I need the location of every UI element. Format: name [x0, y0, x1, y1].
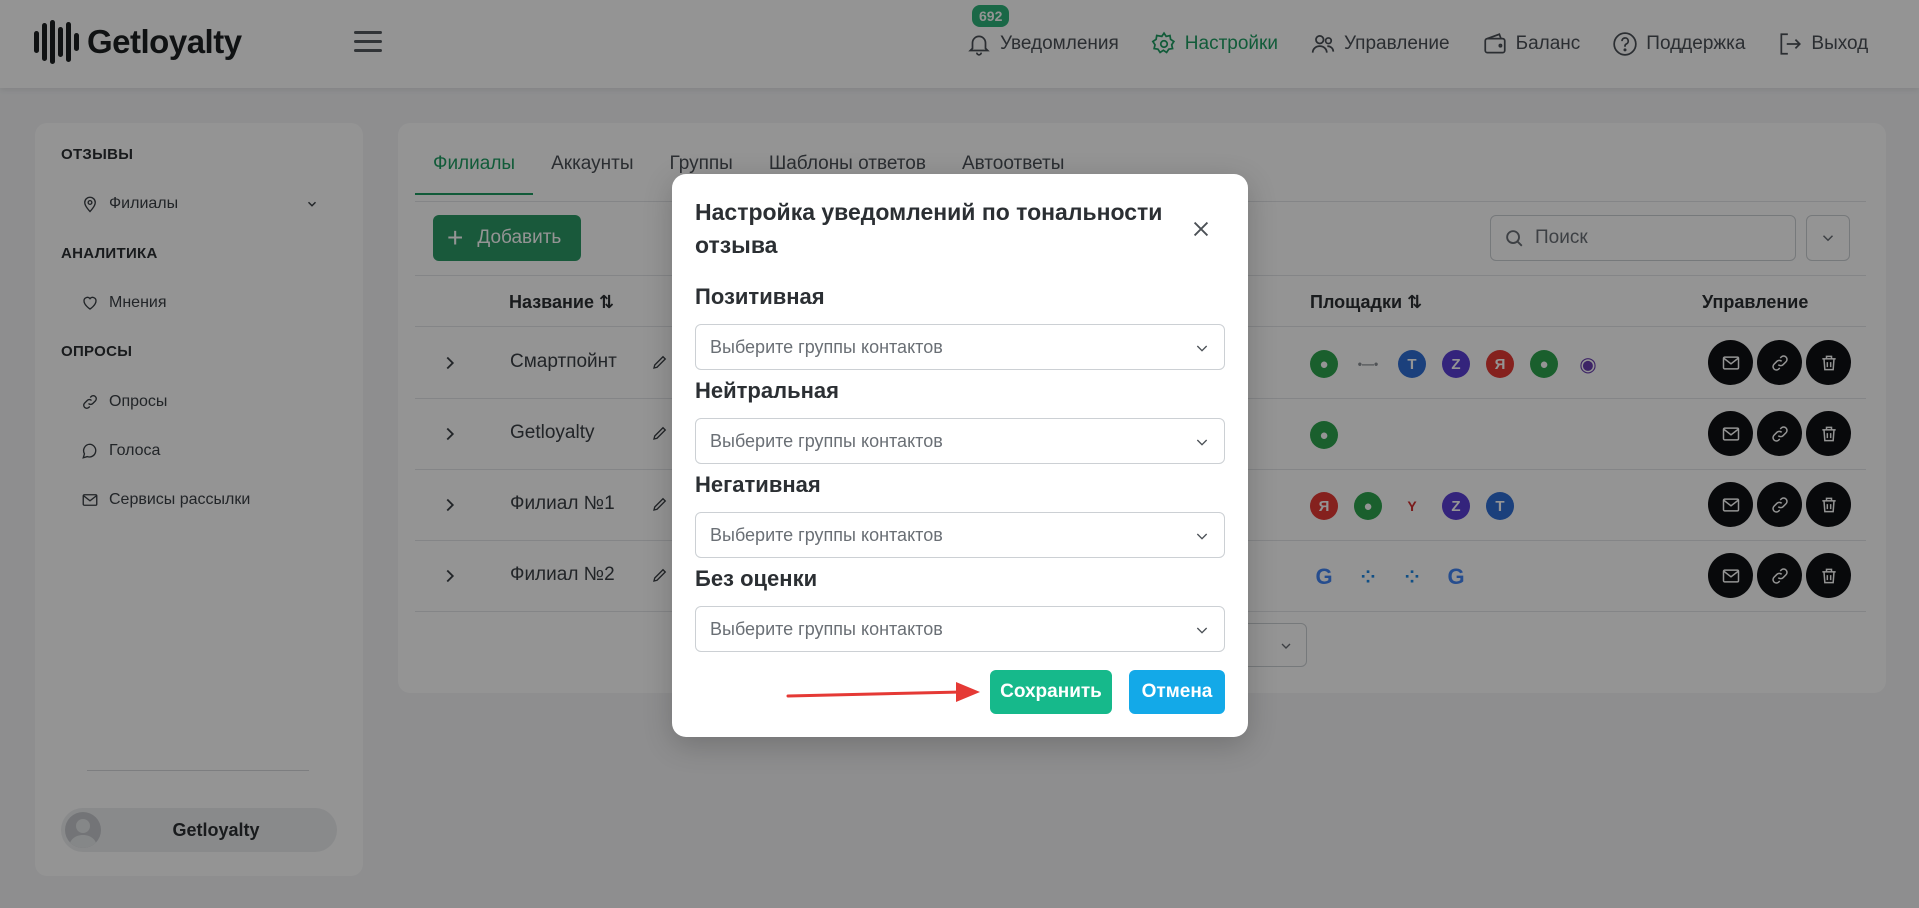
select-placeholder: Выберите группы контактов: [710, 618, 943, 639]
neutral-groups-select[interactable]: Выберите группы контактов: [695, 418, 1225, 464]
cancel-button[interactable]: Отмена: [1129, 670, 1225, 714]
save-button[interactable]: Сохранить: [990, 670, 1112, 714]
positive-label: Позитивная: [695, 284, 825, 309]
select-placeholder: Выберите группы контактов: [710, 430, 943, 451]
negative-groups-select[interactable]: Выберите группы контактов: [695, 512, 1225, 558]
modal-title: Настройка уведомлений по тональности отз…: [695, 199, 1163, 258]
select-placeholder: Выберите группы контактов: [710, 336, 943, 357]
select-placeholder: Выберите группы контактов: [710, 524, 943, 545]
close-icon[interactable]: [1190, 218, 1212, 240]
negative-label: Негативная: [695, 472, 821, 497]
chevron-down-icon: [1196, 345, 1208, 352]
no-rating-groups-select[interactable]: Выберите группы контактов: [695, 606, 1225, 652]
positive-groups-select[interactable]: Выберите группы контактов: [695, 324, 1225, 370]
no-rating-label: Без оценки: [695, 566, 818, 591]
neutral-label: Нейтральная: [695, 378, 839, 403]
chevron-down-icon: [1196, 439, 1208, 446]
chevron-down-icon: [1196, 533, 1208, 540]
chevron-down-icon: [1196, 627, 1208, 634]
tone-notification-settings-modal: Настройка уведомлений по тональности отз…: [672, 174, 1248, 737]
annotation-arrow-icon: [786, 682, 980, 702]
